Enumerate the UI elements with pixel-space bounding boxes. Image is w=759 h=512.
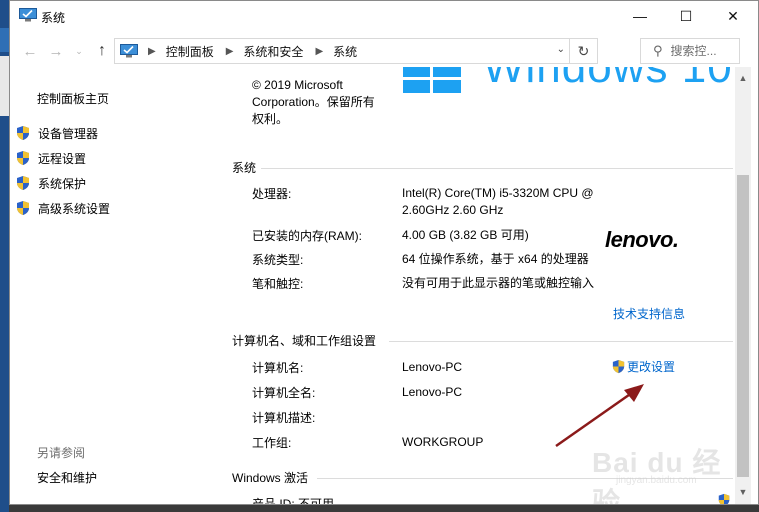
scroll-up-button[interactable]: ▲ xyxy=(735,73,751,87)
refresh-icon: ↻ xyxy=(577,42,590,59)
system-section-heading: 系统 xyxy=(232,161,257,175)
uac-shield-icon xyxy=(17,126,29,140)
uac-shield-icon xyxy=(612,359,625,374)
scroll-down-button[interactable]: ▼ xyxy=(735,487,751,501)
desktop-icon-fragment xyxy=(0,28,9,52)
activation-section-heading: Windows 激活 xyxy=(232,471,309,485)
processor-value: Intel(R) Core(TM) i5-3320M CPU @ 2.60GHz… xyxy=(402,186,594,217)
minimize-button[interactable]: — xyxy=(617,1,663,31)
scroll-thumb[interactable] xyxy=(737,175,749,477)
section-divider xyxy=(261,168,733,169)
workgroup-label: 工作组: xyxy=(252,436,292,450)
watermark-text: Bai du 经验 xyxy=(592,447,722,505)
ram-label: 已安装的内存(RAM): xyxy=(252,229,362,243)
workgroup-value: WORKGROUP xyxy=(402,435,484,449)
navigation-bar: ← → ⌄ ↑ ▶ 控制面板 ▶ 系统和安全 ▶ 系统 ⌄ ↻ ⚲ xyxy=(10,35,758,67)
close-button[interactable]: ✕ xyxy=(710,1,756,31)
title-bar: 系统 — ☐ ✕ xyxy=(10,1,758,31)
main-content: © 2019 Microsoft Corporation。保留所有权利。 Win… xyxy=(217,67,735,505)
sidebar-control-panel-home[interactable]: 控制面板主页 xyxy=(37,90,109,107)
full-computer-name-label: 计算机全名: xyxy=(252,386,316,400)
maximize-icon: ☐ xyxy=(679,7,693,24)
computer-description-label: 计算机描述: xyxy=(252,411,316,425)
baidu-watermark: Bai du 经验 jingyan.baidu.com xyxy=(592,441,732,504)
sidebar: 控制面板主页 设备管理器 远程设置 系统保护 高级系统设置 另请参阅 安全和维护 xyxy=(10,67,217,504)
product-id-row: 产品 ID: 不可用 xyxy=(252,497,335,505)
breadcrumb-separator-icon: ▶ xyxy=(148,45,156,57)
ram-value: 4.00 GB (3.82 GB 可用) xyxy=(402,228,529,242)
sidebar-item-label: 设备管理器 xyxy=(38,126,99,141)
sidebar-item-security-maintenance[interactable]: 安全和维护 xyxy=(37,469,97,486)
back-button[interactable]: ← xyxy=(20,41,40,61)
uac-shield-icon xyxy=(17,151,29,165)
forward-button[interactable]: → xyxy=(46,41,66,61)
arrow-right-icon: → xyxy=(48,42,64,60)
minimize-icon: — xyxy=(633,8,647,24)
breadcrumb-separator-icon[interactable]: ▶ xyxy=(315,46,323,57)
window-title: 系统 xyxy=(41,11,66,25)
address-dropdown-icon[interactable]: ⌄ xyxy=(557,44,565,55)
system-monitor-icon xyxy=(19,8,37,22)
watermark-subtext: jingyan.baidu.com xyxy=(616,475,697,486)
sidebar-item-system-protection[interactable]: 系统保护 xyxy=(15,174,86,192)
refresh-button[interactable]: ↻ xyxy=(569,39,597,63)
control-panel-icon xyxy=(120,44,138,58)
up-button[interactable]: ↑ xyxy=(92,41,112,61)
sidebar-item-remote-settings[interactable]: 远程设置 xyxy=(15,149,86,167)
sidebar-item-device-manager[interactable]: 设备管理器 xyxy=(15,124,98,142)
search-box[interactable]: ⚲ xyxy=(640,38,740,64)
breadcrumb-separator-icon[interactable]: ▶ xyxy=(226,46,234,57)
recent-locations-button[interactable]: ⌄ xyxy=(69,41,89,61)
change-settings-label: 更改设置 xyxy=(627,360,676,374)
desktop-background xyxy=(0,0,9,512)
computer-section-heading: 计算机名、域和工作组设置 xyxy=(232,334,377,348)
arrow-up-icon: ↑ xyxy=(98,42,106,59)
vertical-scrollbar[interactable]: ▲ ▼ xyxy=(735,67,751,504)
arrow-left-icon: ← xyxy=(22,42,38,60)
system-type-value: 64 位操作系统，基于 x64 的处理器 xyxy=(402,252,589,266)
sidebar-item-advanced-settings[interactable]: 高级系统设置 xyxy=(15,199,110,217)
breadcrumb-system[interactable]: 系统 xyxy=(333,43,357,60)
chevron-down-icon: ⌄ xyxy=(75,45,83,56)
section-divider xyxy=(389,341,733,342)
full-computer-name-value: Lenovo-PC xyxy=(402,385,463,399)
uac-shield-icon xyxy=(17,201,29,215)
see-also-heading: 另请参阅 xyxy=(37,446,86,460)
computer-name-value: Lenovo-PC xyxy=(402,360,463,374)
processor-label: 处理器: xyxy=(252,187,292,201)
support-info-link[interactable]: 技术支持信息 xyxy=(613,305,685,322)
system-window: 系统 — ☐ ✕ ← → ⌄ ↑ ▶ 控制面板 ▶ 系统和安全 ▶ 系统 ⌄ ↻… xyxy=(9,0,759,505)
close-icon: ✕ xyxy=(727,7,739,24)
annotation-arrow xyxy=(555,384,644,448)
desktop-icon-fragment xyxy=(0,56,9,116)
system-type-label: 系统类型: xyxy=(252,253,304,267)
uac-shield-icon xyxy=(17,176,29,190)
pen-touch-value: 没有可用于此显示器的笔或触控输入 xyxy=(402,276,595,290)
sidebar-item-label: 远程设置 xyxy=(38,151,87,166)
sidebar-item-label: 高级系统设置 xyxy=(38,201,111,216)
maximize-button[interactable]: ☐ xyxy=(663,1,709,31)
sidebar-item-label: 系统保护 xyxy=(38,176,87,191)
lenovo-logo: lenovo. xyxy=(605,227,679,252)
windows-logo-icon xyxy=(403,67,461,93)
address-bar[interactable]: ▶ 控制面板 ▶ 系统和安全 ▶ 系统 ⌄ ↻ xyxy=(114,38,598,64)
pen-touch-label: 笔和触控: xyxy=(252,277,304,291)
search-icon: ⚲ xyxy=(653,43,663,58)
windows-10-brand: Windows 10 xyxy=(483,67,733,92)
search-input[interactable] xyxy=(670,44,735,58)
computer-name-label: 计算机名: xyxy=(252,361,304,375)
copyright-text: © 2019 Microsoft Corporation。保留所有权利。 xyxy=(252,78,375,126)
breadcrumb-system-security[interactable]: 系统和安全 xyxy=(243,43,303,60)
breadcrumb-control-panel[interactable]: 控制面板 xyxy=(166,43,214,60)
change-settings-link[interactable]: 更改设置 xyxy=(611,358,675,375)
